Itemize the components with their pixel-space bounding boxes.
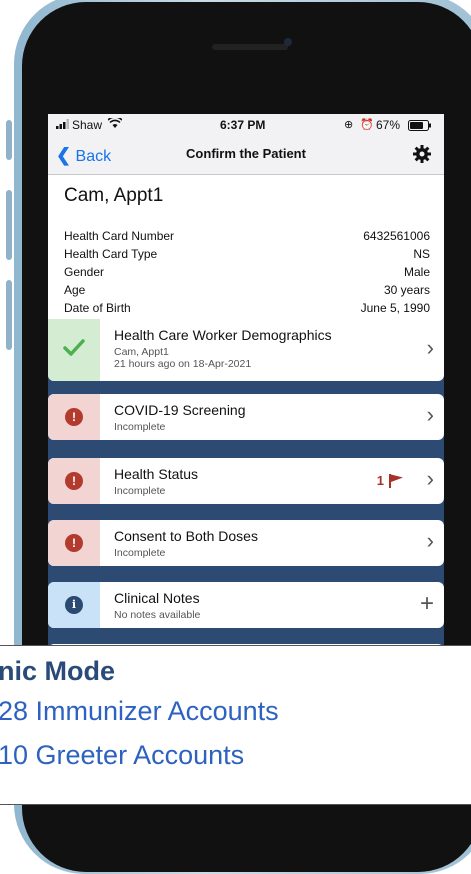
card-covid-screening[interactable]: ! COVID-19 Screening Incomplete › xyxy=(48,394,444,440)
chevron-right-icon: › xyxy=(426,335,434,360)
card-health-status[interactable]: ! Health Status Incomplete 1 › xyxy=(48,458,444,504)
battery-icon xyxy=(408,120,432,134)
settings-button[interactable] xyxy=(412,144,432,164)
flag-count: 1 xyxy=(376,473,384,488)
info-value: June 5, 1990 xyxy=(360,301,430,315)
chevron-right-icon: › xyxy=(426,466,434,491)
info-label: Date of Birth xyxy=(64,301,131,315)
info-value: NS xyxy=(413,247,430,261)
info-row: Health Card Number 6432561006 xyxy=(64,229,430,243)
card-demographics[interactable]: Health Care Worker Demographics Cam, App… xyxy=(48,319,444,381)
card-title: Health Status xyxy=(114,466,199,482)
gear-icon xyxy=(413,145,431,163)
card-clinical-notes[interactable]: i Clinical Notes No notes available + xyxy=(48,582,444,628)
card-subtitle: No notes available xyxy=(114,609,201,621)
chevron-right-icon: › xyxy=(426,528,434,553)
front-camera xyxy=(284,38,292,46)
banner-line-immunizers: 28 Immunizer Accounts xyxy=(0,696,279,726)
card-subtitle: Incomplete xyxy=(114,547,166,559)
card-title: Health Care Worker Demographics xyxy=(114,327,332,343)
location-icon: ⊕ xyxy=(344,119,354,131)
info-row: Date of Birth June 5, 1990 xyxy=(64,301,430,315)
patient-name: Cam, Appt1 xyxy=(64,185,164,206)
info-value: Male xyxy=(403,265,430,279)
wifi-icon xyxy=(107,116,123,132)
card-title: Clinical Notes xyxy=(114,590,200,606)
phone-volume-up-button xyxy=(6,190,12,260)
info-label: Health Card Number xyxy=(64,229,175,243)
patient-info-panel: Cam, Appt1 Health Card Number 6432561006… xyxy=(48,175,444,319)
navigation-bar: ❮ Back Confirm the Patient xyxy=(48,136,444,175)
flag-icon xyxy=(388,473,404,494)
alert-icon: ! xyxy=(65,408,83,426)
info-row: Age 30 years xyxy=(64,283,430,297)
chevron-right-icon: › xyxy=(426,402,434,427)
banner-line-greeters: 10 Greeter Accounts xyxy=(0,740,245,770)
card-title: Consent to Both Doses xyxy=(114,528,258,544)
carrier-name: Shaw xyxy=(72,118,103,132)
info-value: 30 years xyxy=(383,283,430,297)
alert-icon: ! xyxy=(65,534,83,552)
card-subtitle: Incomplete xyxy=(114,485,166,497)
card-subtitle: Incomplete xyxy=(114,421,166,433)
info-value: 6432561006 xyxy=(363,229,430,243)
clock-time: 6:37 PM xyxy=(220,118,266,132)
banner-title: nic Mode xyxy=(0,656,116,686)
overlay-banner: nic Mode 28 Immunizer Accounts 10 Greete… xyxy=(0,645,471,805)
card-subtitle-date: 21 hours ago on 18-Apr-2021 xyxy=(114,358,252,370)
card-consent[interactable]: ! Consent to Both Doses Incomplete › xyxy=(48,520,444,566)
info-label: Health Card Type xyxy=(64,247,158,261)
phone-side-button xyxy=(6,120,12,160)
info-row: Gender Male xyxy=(64,265,430,279)
card-title: COVID-19 Screening xyxy=(114,402,246,418)
signal-icon xyxy=(56,118,70,132)
battery-percent: 67% xyxy=(376,118,401,132)
status-bar: Shaw 6:37 PM ⊕ ⏰ 67% xyxy=(48,114,444,136)
info-label: Gender xyxy=(64,265,105,279)
info-row: Health Card Type NS xyxy=(64,247,430,261)
alarm-icon: ⏰ xyxy=(360,119,374,131)
plus-icon[interactable]: + xyxy=(420,590,434,618)
info-icon: i xyxy=(65,596,83,614)
page-title: Confirm the Patient xyxy=(186,146,306,161)
checkmark-icon xyxy=(62,335,86,364)
info-label: Age xyxy=(64,283,86,297)
phone-screen: Shaw 6:37 PM ⊕ ⏰ 67% ❮ Back Confirm the … xyxy=(48,114,444,654)
speaker-grille xyxy=(212,44,288,50)
card-subtitle: Cam, Appt1 xyxy=(114,346,169,358)
phone-volume-down-button xyxy=(6,280,12,350)
alert-icon: ! xyxy=(65,472,83,490)
